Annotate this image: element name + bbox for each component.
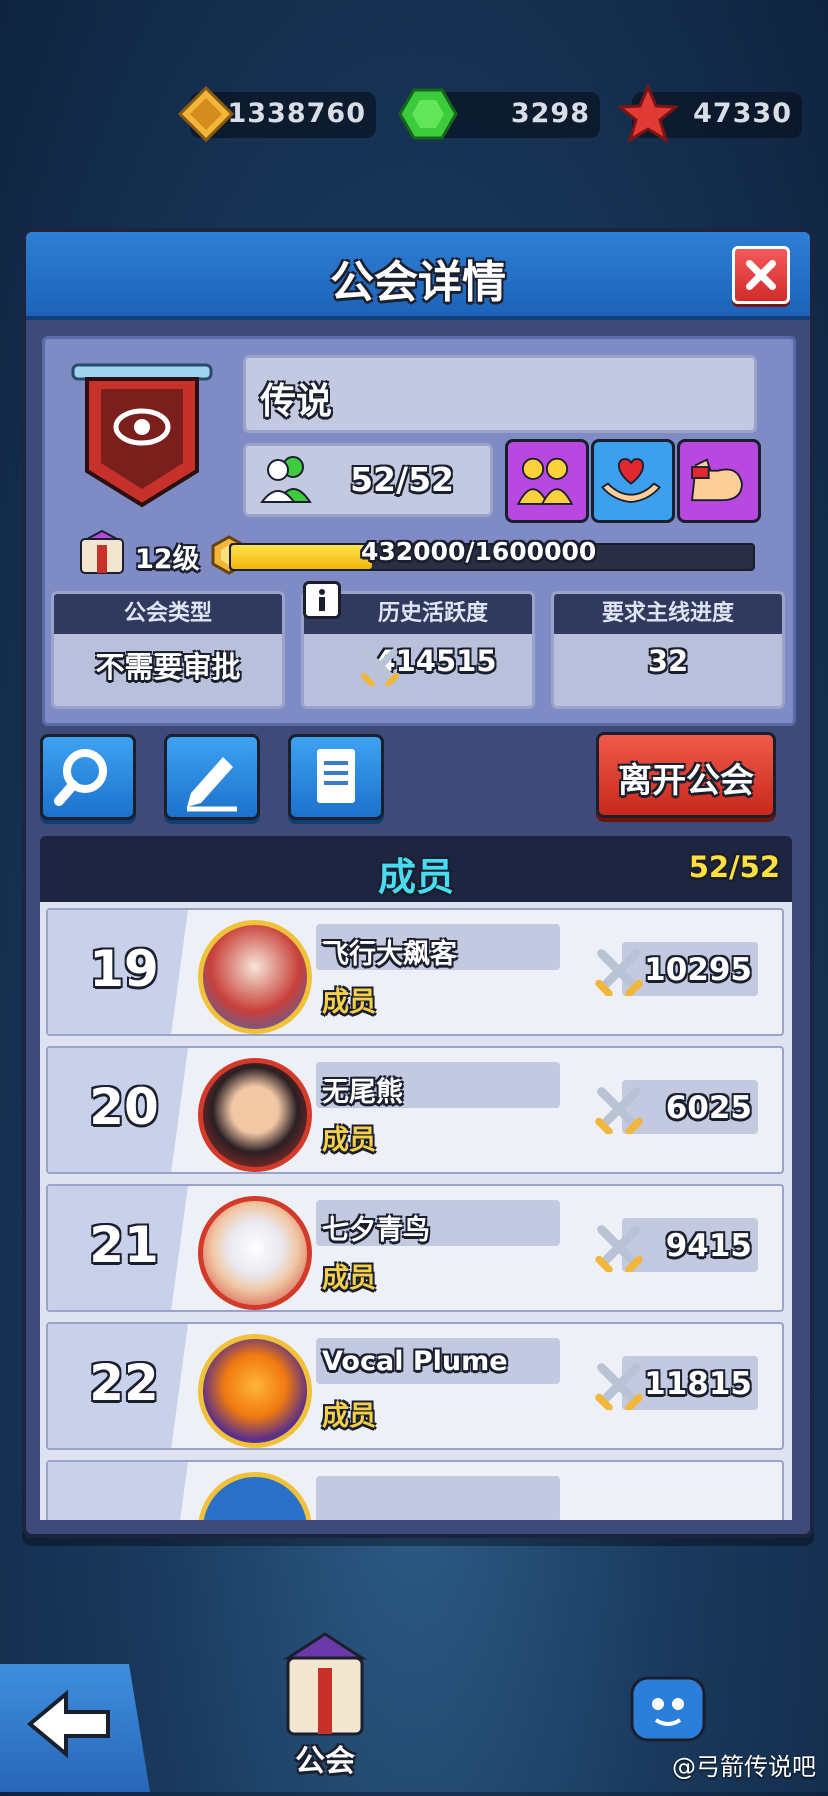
- member-rank: 21: [89, 1216, 159, 1274]
- crossed-swords-icon: [595, 949, 643, 996]
- currency-gold: 1338760: [177, 85, 376, 143]
- search-button[interactable]: [40, 734, 136, 820]
- stat-main-progress: 要求主线进度 32: [551, 591, 785, 709]
- crossed-swords-icon: [361, 648, 399, 686]
- guild-name: 传说: [260, 381, 333, 422]
- guild-member-count: 52/52: [350, 460, 454, 499]
- member-rank: 22: [89, 1354, 159, 1412]
- member-name-box: 七夕青鸟: [316, 1200, 560, 1246]
- member-name-box: Vocal Plume: [316, 1338, 560, 1384]
- search-icon: [54, 749, 107, 806]
- close-button[interactable]: [732, 246, 790, 304]
- member-rank: 19: [89, 940, 159, 998]
- muscle-icon: [691, 458, 743, 502]
- guild-level: 12级: [135, 544, 200, 575]
- member-name: 七夕青鸟: [322, 1215, 430, 1246]
- stat-main-progress-label: 要求主线进度: [554, 594, 782, 634]
- guild-level-icon: [80, 529, 124, 574]
- member-name: Vocal Plume: [322, 1346, 508, 1377]
- member-role: 成员: [322, 1401, 376, 1432]
- bonus-strength[interactable]: [677, 439, 761, 523]
- green-gem-icon: [398, 88, 458, 140]
- list-item[interactable]: 22 Vocal Plume 成员 11815: [46, 1322, 784, 1450]
- currency-gems: 3298: [398, 88, 600, 140]
- member-role: 成员: [322, 1125, 376, 1156]
- member-rank: 20: [89, 1078, 159, 1136]
- arrow-left-icon: [26, 1689, 110, 1759]
- info-icon: [319, 589, 325, 611]
- leave-guild-label: 离开公会: [618, 761, 754, 801]
- guild-detail-dialog: 公会详情 传说 52/52 12级 432000/1600000 公会类型 不需…: [22, 228, 814, 1538]
- stat-main-progress-value: 32: [647, 644, 689, 678]
- crossed-swords-icon: [595, 1363, 643, 1410]
- member-power: 6025: [665, 1090, 752, 1126]
- crossed-swords-icon: [595, 1225, 643, 1272]
- member-power: 11815: [644, 1366, 752, 1402]
- tab-guild-label: 公会: [295, 1744, 355, 1779]
- member-list-header: 成员 52/52: [40, 836, 792, 902]
- list-item[interactable]: [46, 1460, 784, 1520]
- watermark: @弓箭传说吧: [672, 1753, 816, 1781]
- guild-name-box: 传说: [243, 355, 757, 433]
- member-name-box: 无尾熊: [316, 1062, 560, 1108]
- member-name: 飞行大飙客: [322, 939, 457, 970]
- bonus-heart[interactable]: [591, 439, 675, 523]
- dialog-titlebar: 公会详情: [26, 232, 810, 320]
- rank-laurel-bg: [48, 1462, 188, 1520]
- guild-member-count-box: 52/52: [243, 443, 493, 517]
- crossed-swords-icon: [595, 1087, 643, 1134]
- guild-tower-icon: [282, 1632, 368, 1736]
- member-name-box: 飞行大飙客: [316, 924, 560, 970]
- list-item[interactable]: 19 飞行大飙客 成员 10295: [46, 908, 784, 1036]
- stat-guild-type-value: 不需要审批: [95, 650, 241, 684]
- document-icon: [317, 749, 355, 803]
- member-list[interactable]: 19 飞行大飙客 成员 10295 20 无尾熊 成员 6025 21 七夕青鸟…: [40, 902, 792, 1520]
- leave-guild-button[interactable]: 离开公会: [596, 732, 776, 818]
- guild-info-box: 传说 52/52 12级 432000/1600000 公会类型 不需要审批 历…: [42, 336, 796, 726]
- stat-guild-type: 公会类型 不需要审批: [51, 591, 285, 709]
- avatar: [198, 920, 312, 1034]
- member-list-title: 成员: [377, 855, 454, 899]
- list-item[interactable]: 20 无尾熊 成员 6025: [46, 1046, 784, 1174]
- avatar: [198, 1058, 312, 1172]
- member-role: 成员: [322, 987, 376, 1018]
- currency-stars: 47330: [618, 84, 802, 144]
- tab-guild[interactable]: 公会: [270, 1628, 380, 1779]
- guild-banner-icon: [71, 363, 213, 508]
- notice-button[interactable]: [288, 734, 384, 820]
- member-power: 10295: [644, 952, 752, 988]
- info-button[interactable]: [303, 581, 341, 619]
- gold-value: 1338760: [227, 98, 366, 129]
- close-icon: [745, 259, 777, 291]
- heart-hands-icon: [601, 458, 661, 504]
- guild-xp-fill: [231, 545, 372, 569]
- member-role: 成员: [322, 1263, 376, 1294]
- dialog-title: 公会详情: [330, 257, 506, 308]
- avatar: [198, 1472, 312, 1520]
- gems-value: 3298: [510, 98, 590, 129]
- red-star-icon: [618, 84, 678, 144]
- avatar: [198, 1334, 312, 1448]
- member-power: 9415: [665, 1228, 752, 1264]
- edit-button[interactable]: [164, 734, 260, 820]
- stat-guild-type-label: 公会类型: [54, 594, 282, 634]
- member-name: 无尾熊: [322, 1077, 403, 1108]
- stat-activity-value: 414515: [375, 644, 497, 678]
- member-name-box: [316, 1476, 560, 1520]
- member-list-count: 52/52: [688, 850, 780, 884]
- list-item[interactable]: 21 七夕青鸟 成员 9415: [46, 1184, 784, 1312]
- friends-icon: [516, 457, 574, 505]
- guild-xp-text: 432000/1600000: [361, 537, 597, 566]
- stars-value: 47330: [693, 98, 792, 129]
- bonus-friends[interactable]: [505, 439, 589, 523]
- avatar: [198, 1196, 312, 1310]
- pencil-icon: [187, 757, 237, 812]
- back-button[interactable]: [0, 1664, 150, 1792]
- members-icon: [260, 456, 312, 503]
